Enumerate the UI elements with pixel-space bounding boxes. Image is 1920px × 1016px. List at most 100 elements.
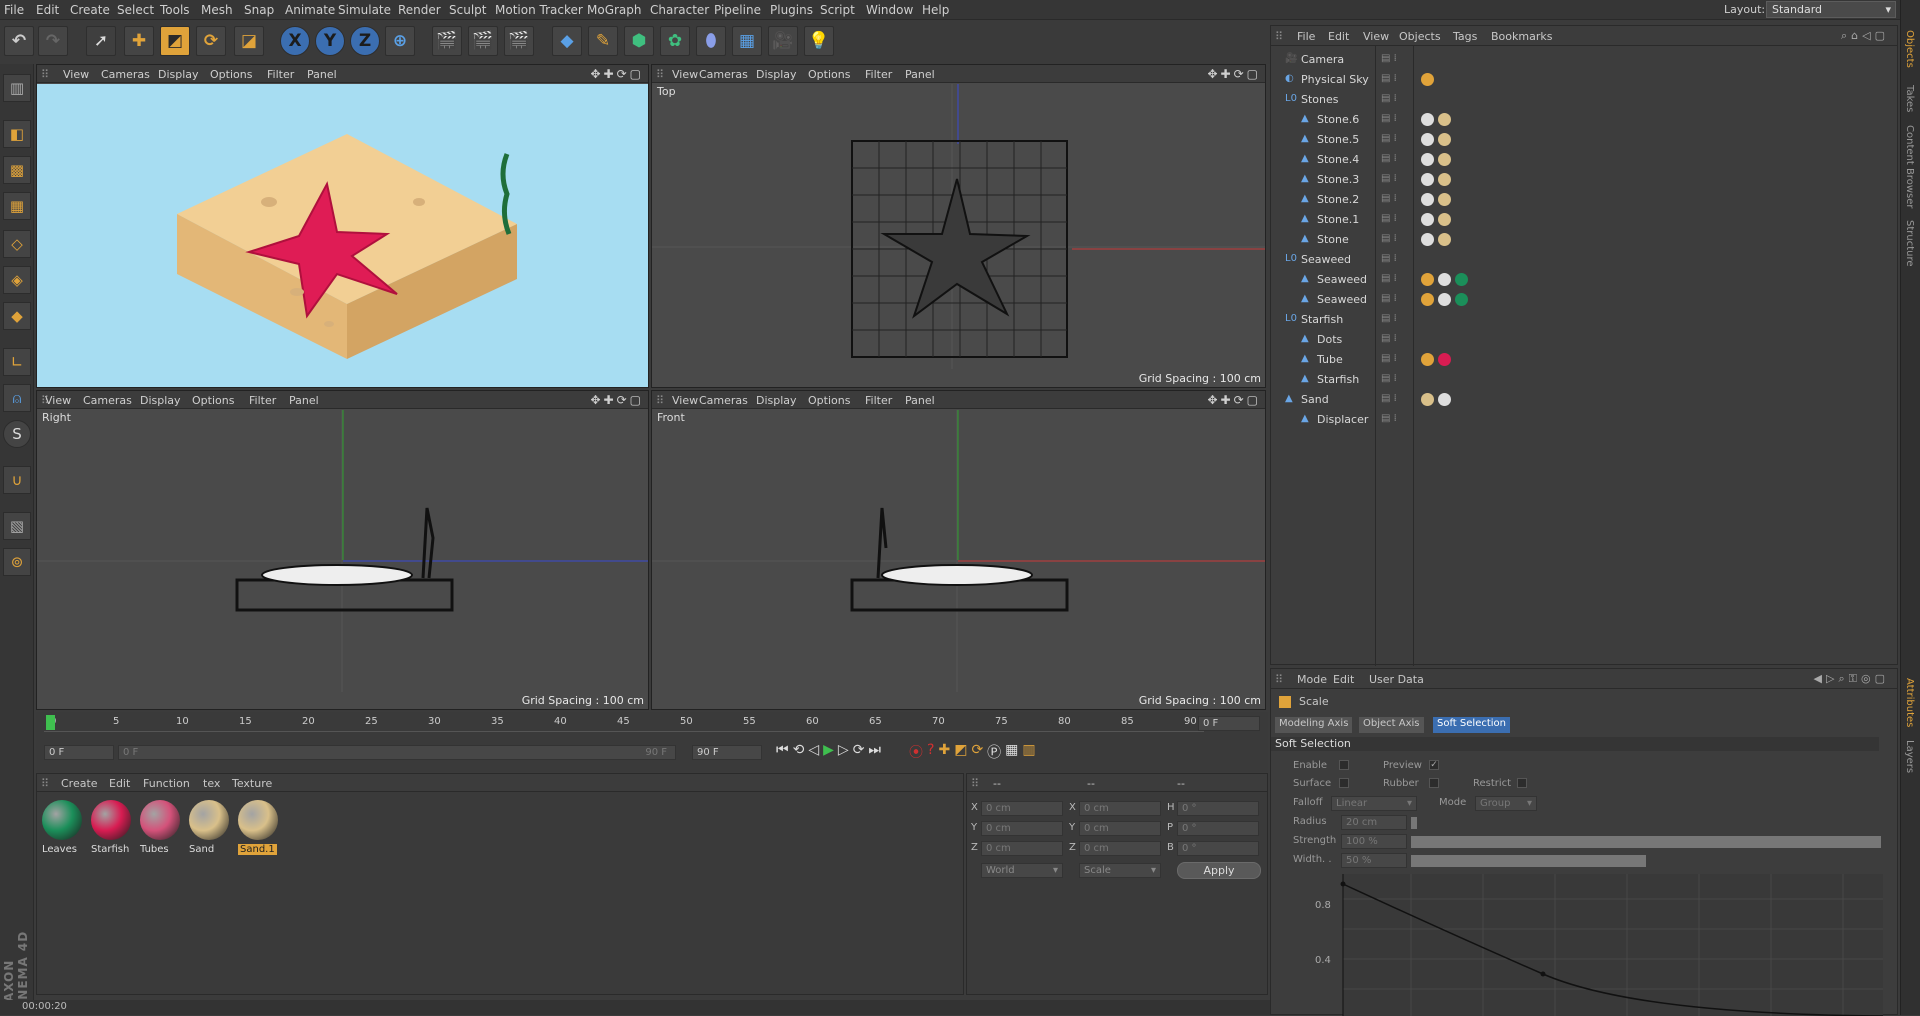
menu-help[interactable]: Help <box>922 3 949 17</box>
object-tag-icon[interactable] <box>1421 293 1434 306</box>
keyframe-pla-button[interactable]: ▦ <box>1005 742 1018 766</box>
pen-button[interactable]: ✎ <box>588 26 618 56</box>
vp-menu-display[interactable]: Display <box>140 394 181 407</box>
object-tag-icon[interactable] <box>1421 193 1434 206</box>
radius-slider[interactable] <box>1411 817 1417 829</box>
tab-modeling-axis[interactable]: Modeling Axis <box>1275 717 1353 733</box>
move-tool-button[interactable]: ✚ <box>124 26 154 56</box>
vp-menu-panel[interactable]: Panel <box>905 394 935 407</box>
timeline-layout-button[interactable]: ▥ <box>1022 742 1035 766</box>
visibility-icon[interactable]: ▤ ⁞ <box>1381 233 1397 244</box>
object-name[interactable]: Stone.5 <box>1317 133 1359 146</box>
object-row[interactable]: ▲ Stone ▤ ⁞ <box>1271 230 1899 250</box>
object-name[interactable]: Physical Sky <box>1301 73 1369 86</box>
material-swatch[interactable]: Leaves <box>39 798 85 858</box>
coord-value-field[interactable]: 0 cm <box>1079 801 1161 816</box>
workplane-lock-button[interactable]: ▧ <box>3 512 31 540</box>
menu-script[interactable]: Script <box>820 3 855 17</box>
object-tag-icon[interactable] <box>1438 353 1451 366</box>
go-to-start-button[interactable]: ⏮ <box>776 742 789 766</box>
visibility-icon[interactable]: ▤ ⁞ <box>1381 413 1397 424</box>
z-axis-lock-button[interactable]: Z <box>350 26 380 56</box>
width-slider[interactable] <box>1411 855 1646 867</box>
menu-animate[interactable]: Animate <box>285 3 335 17</box>
menu-file[interactable]: File <box>4 3 24 17</box>
visibility-icon[interactable]: ▤ ⁞ <box>1381 53 1397 64</box>
floor-button[interactable]: ▦ <box>732 26 762 56</box>
render-settings-button[interactable]: 🎬 <box>504 26 534 56</box>
menu-edit[interactable]: Edit <box>36 3 59 17</box>
vp-menu-panel[interactable]: Panel <box>289 394 319 407</box>
om-menu-tags[interactable]: Tags <box>1453 30 1477 43</box>
coord-value-field[interactable]: 0 cm <box>981 821 1063 836</box>
om-menu-file[interactable]: File <box>1297 30 1315 43</box>
om-menu-edit[interactable]: Edit <box>1328 30 1349 43</box>
mat-menu-create[interactable]: Create <box>61 777 98 790</box>
object-name[interactable]: Starfish <box>1317 373 1359 386</box>
object-name[interactable]: Seaweed <box>1301 253 1351 266</box>
object-tag-icon[interactable] <box>1421 133 1434 146</box>
coordinate-system-button[interactable]: ⊕ <box>385 26 415 56</box>
vp-menu-view[interactable]: View <box>672 68 698 81</box>
rotate-tool-button[interactable]: ⟳ <box>196 26 226 56</box>
cube-button[interactable]: ◆ <box>552 26 582 56</box>
object-tag-icon[interactable] <box>1438 233 1451 246</box>
attr-menu-user-data[interactable]: User Data <box>1369 673 1424 686</box>
object-name[interactable]: Tube <box>1317 353 1343 366</box>
mat-menu-texture[interactable]: Texture <box>232 777 272 790</box>
attr-menu-mode[interactable]: Mode <box>1297 673 1327 686</box>
front-viewport[interactable]: ⠿ View Cameras Display Options Filter Pa… <box>651 390 1266 710</box>
strength-field[interactable]: 100 % <box>1341 834 1407 849</box>
coord-value-field[interactable]: 0 ° <box>1177 841 1259 856</box>
object-tag-icon[interactable] <box>1438 133 1451 146</box>
visibility-icon[interactable]: ▤ ⁞ <box>1381 393 1397 404</box>
vp-menu-filter[interactable]: Filter <box>267 68 294 81</box>
menu-pipeline[interactable]: Pipeline <box>714 3 761 17</box>
mat-menu-tex[interactable]: tex <box>203 777 220 790</box>
object-tag-icon[interactable] <box>1438 153 1451 166</box>
y-axis-lock-button[interactable]: Y <box>315 26 345 56</box>
render-picture-viewer-button[interactable]: 🎬 <box>468 26 498 56</box>
side-tab-structure[interactable]: Structure <box>1904 220 1915 267</box>
menu-simulate[interactable]: Simulate <box>338 3 391 17</box>
radius-field[interactable]: 20 cm <box>1341 815 1407 830</box>
menu-mograph[interactable]: MoGraph <box>587 3 642 17</box>
vp-menu-cameras[interactable]: Cameras <box>699 394 748 407</box>
object-row[interactable]: ▲ Seaweed ▤ ⁞ <box>1271 270 1899 290</box>
visibility-icon[interactable]: ▤ ⁞ <box>1381 373 1397 384</box>
object-row[interactable]: ▲ Stone.3 ▤ ⁞ <box>1271 170 1899 190</box>
prev-key-button[interactable]: ⟲ <box>793 742 805 766</box>
vp-menu-options[interactable]: Options <box>808 394 850 407</box>
vp-menu-filter[interactable]: Filter <box>249 394 276 407</box>
side-tab-layers[interactable]: Layers <box>1904 740 1915 773</box>
viewport-nav-icons[interactable]: ✥✚⟳▢ <box>590 67 644 81</box>
om-menu-view[interactable]: View <box>1363 30 1389 43</box>
surface-checkbox[interactable] <box>1339 778 1349 788</box>
keyframe-param-button[interactable]: Ⓟ <box>987 742 1001 766</box>
layout-select[interactable]: Standard ▾ <box>1766 1 1896 18</box>
object-row[interactable]: ▲ Seaweed ▤ ⁞ <box>1271 290 1899 310</box>
visibility-icon[interactable]: ▤ ⁞ <box>1381 133 1397 144</box>
om-search-icon[interactable]: ⌕⌂◁▢ <box>1841 29 1889 43</box>
viewport-nav-icons[interactable]: ✥✚⟳▢ <box>590 393 644 407</box>
visibility-icon[interactable]: ▤ ⁞ <box>1381 153 1397 164</box>
object-name[interactable]: Stones <box>1301 93 1339 106</box>
vp-menu-options[interactable]: Options <box>192 394 234 407</box>
workplane-button[interactable]: ▦ <box>3 192 31 220</box>
object-tag-icon[interactable] <box>1421 213 1434 226</box>
side-tab-takes[interactable]: Takes <box>1904 85 1915 112</box>
preview-range-slider[interactable]: 0 F 90 F <box>118 745 676 760</box>
keyframe-scale-button[interactable]: ◩ <box>954 742 967 766</box>
model-mode-button[interactable]: ◧ <box>3 120 31 148</box>
coord-value-field[interactable]: 0 cm <box>1079 841 1161 856</box>
recent-tool-button[interactable]: ◪ <box>234 26 264 56</box>
light-button[interactable]: 💡 <box>804 26 834 56</box>
strength-slider[interactable] <box>1411 836 1881 848</box>
om-menu-objects[interactable]: Objects <box>1399 30 1441 43</box>
attr-nav-icons[interactable]: ◀▷⌕⚿◎▢ <box>1814 672 1889 686</box>
render-view-button[interactable]: 🎬 <box>432 26 462 56</box>
object-row[interactable]: ▲ Dots ▤ ⁞ <box>1271 330 1899 350</box>
playhead[interactable] <box>46 715 55 730</box>
prev-frame-button[interactable]: ◁ <box>808 742 819 766</box>
object-row[interactable]: 🎥 Camera ▤ ⁞ <box>1271 50 1899 70</box>
